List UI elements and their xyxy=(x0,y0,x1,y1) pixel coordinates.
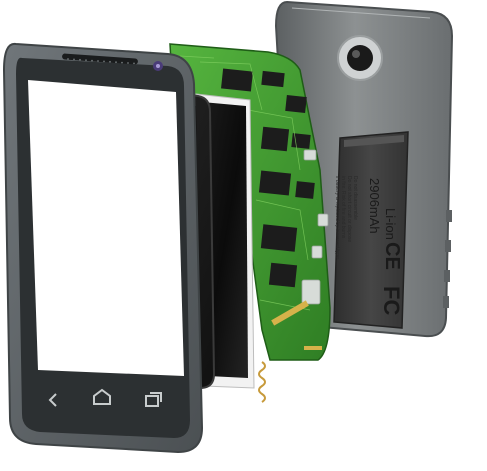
fc-mark: FC xyxy=(379,286,404,315)
screen-glass xyxy=(28,80,184,376)
front-camera-icon xyxy=(153,61,163,71)
front-bezel xyxy=(2,42,204,454)
camera-lens-icon xyxy=(337,35,383,81)
spring-contact xyxy=(258,361,266,403)
fine-print-line: if battery is replaced by incorrect type xyxy=(334,176,340,259)
battery-chemistry: Li-ion xyxy=(383,208,398,240)
ce-mark: CE xyxy=(381,242,403,270)
battery: Li-ion 2906mAh CE FC Do not disassemble … xyxy=(333,131,409,329)
exploded-smartphone-illustration: Li-ion 2906mAh CE FC Do not disassemble … xyxy=(2,0,454,454)
battery-capacity: 2906mAh xyxy=(367,178,382,234)
